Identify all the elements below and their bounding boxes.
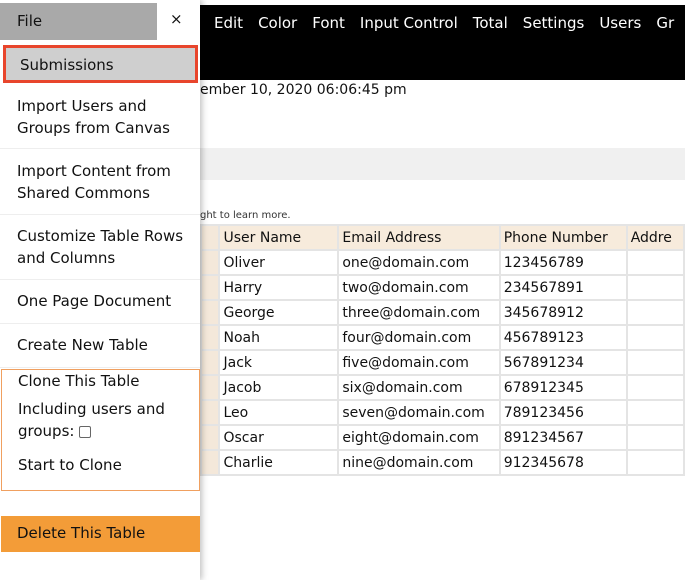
cell-email[interactable]: one@domain.com (337, 249, 501, 276)
row-index-header (199, 224, 221, 251)
cell-email[interactable]: four@domain.com (337, 324, 501, 351)
cell-user-name[interactable]: Charlie (218, 449, 340, 476)
table-row: Harry two@domain.com 234567891 (199, 274, 685, 301)
start-clone-button[interactable]: Start to Clone (18, 456, 199, 474)
row-index (199, 299, 221, 326)
cell-address[interactable] (625, 374, 685, 401)
row-index (199, 249, 221, 276)
table-row: George three@domain.com 345678912 (199, 299, 685, 326)
nav-font[interactable]: Font (312, 14, 345, 80)
table-row: Oscar eight@domain.com 891234567 (199, 424, 685, 451)
row-index (199, 449, 221, 476)
including-users-checkbox[interactable] (79, 425, 92, 438)
cell-user-name[interactable]: Jacob (218, 374, 340, 401)
cell-email[interactable]: nine@domain.com (337, 449, 501, 476)
file-menu-panel: File × Submissions Import Users and Grou… (0, 0, 200, 580)
header-email[interactable]: Email Address (337, 224, 501, 251)
cell-address[interactable] (625, 424, 685, 451)
nav-settings[interactable]: Settings (523, 14, 585, 80)
close-icon[interactable]: × (170, 10, 183, 28)
hint-text: ght to learn more. (200, 210, 291, 221)
nav-color[interactable]: Color (258, 14, 297, 80)
cell-email[interactable]: five@domain.com (337, 349, 501, 376)
row-index (199, 424, 221, 451)
cell-address[interactable] (625, 249, 685, 276)
nav-input-control[interactable]: Input Control (360, 14, 458, 80)
cell-user-name[interactable]: George (218, 299, 340, 326)
cell-phone[interactable]: 234567891 (498, 274, 628, 301)
toolbar-band (200, 148, 685, 180)
delete-table-button[interactable]: Delete This Table (1, 516, 200, 552)
cell-phone[interactable]: 912345678 (498, 449, 628, 476)
cell-address[interactable] (625, 449, 685, 476)
cell-user-name[interactable]: Leo (218, 399, 340, 426)
menu-item-customize[interactable]: Customize Table Rows and Columns (0, 225, 200, 280)
header-phone[interactable]: Phone Number (498, 224, 628, 251)
row-index (199, 324, 221, 351)
cell-phone[interactable]: 567891234 (498, 349, 628, 376)
cell-email[interactable]: seven@domain.com (337, 399, 501, 426)
table-row: Oliver one@domain.com 123456789 (199, 249, 685, 276)
menu-item-import-users[interactable]: Import Users and Groups from Canvas (0, 95, 200, 149)
cell-phone[interactable]: 456789123 (498, 324, 628, 351)
cell-phone[interactable]: 891234567 (498, 424, 628, 451)
top-navigation: Edit Color Font Input Control Total Sett… (200, 5, 685, 80)
nav-users[interactable]: Users (599, 14, 641, 80)
cell-email[interactable]: six@domain.com (337, 374, 501, 401)
data-table: User Name Email Address Phone Number Add… (199, 224, 685, 476)
timestamp: ember 10, 2020 06:06:45 pm (200, 82, 407, 98)
header-address[interactable]: Addre (625, 224, 685, 251)
menu-item-create-table[interactable]: Create New Table (0, 334, 200, 368)
cell-user-name[interactable]: Oscar (218, 424, 340, 451)
table-row: Jacob six@domain.com 678912345 (199, 374, 685, 401)
menu-item-import-content[interactable]: Import Content from Shared Commons (0, 160, 200, 215)
including-users-label: Including users and groups: (18, 398, 183, 442)
cell-user-name[interactable]: Harry (218, 274, 340, 301)
nav-edit[interactable]: Edit (214, 14, 243, 80)
table-row: Noah four@domain.com 456789123 (199, 324, 685, 351)
clone-table-section: Clone This Table Including users and gro… (1, 369, 200, 491)
cell-phone[interactable]: 678912345 (498, 374, 628, 401)
cell-address[interactable] (625, 274, 685, 301)
table-row: Jack five@domain.com 567891234 (199, 349, 685, 376)
including-users-text: Including users and groups: (18, 400, 165, 440)
file-menu-title[interactable]: File (0, 3, 157, 40)
row-index (199, 399, 221, 426)
cell-email[interactable]: three@domain.com (337, 299, 501, 326)
nav-groups[interactable]: Gr (656, 14, 674, 80)
cell-phone[interactable]: 345678912 (498, 299, 628, 326)
row-index (199, 274, 221, 301)
cell-address[interactable] (625, 399, 685, 426)
cell-email[interactable]: two@domain.com (337, 274, 501, 301)
cell-email[interactable]: eight@domain.com (337, 424, 501, 451)
cell-address[interactable] (625, 299, 685, 326)
cell-address[interactable] (625, 324, 685, 351)
cell-user-name[interactable]: Oliver (218, 249, 340, 276)
row-index (199, 374, 221, 401)
cell-user-name[interactable]: Jack (218, 349, 340, 376)
cell-phone[interactable]: 123456789 (498, 249, 628, 276)
nav-total[interactable]: Total (473, 14, 508, 80)
menu-item-submissions[interactable]: Submissions (3, 45, 198, 83)
header-user-name[interactable]: User Name (218, 224, 340, 251)
row-index (199, 349, 221, 376)
cell-phone[interactable]: 789123456 (498, 399, 628, 426)
clone-title: Clone This Table (18, 372, 140, 390)
table-row: Charlie nine@domain.com 912345678 (199, 449, 685, 476)
cell-address[interactable] (625, 349, 685, 376)
cell-user-name[interactable]: Noah (218, 324, 340, 351)
table-row: Leo seven@domain.com 789123456 (199, 399, 685, 426)
menu-item-one-page[interactable]: One Page Document (0, 290, 200, 324)
